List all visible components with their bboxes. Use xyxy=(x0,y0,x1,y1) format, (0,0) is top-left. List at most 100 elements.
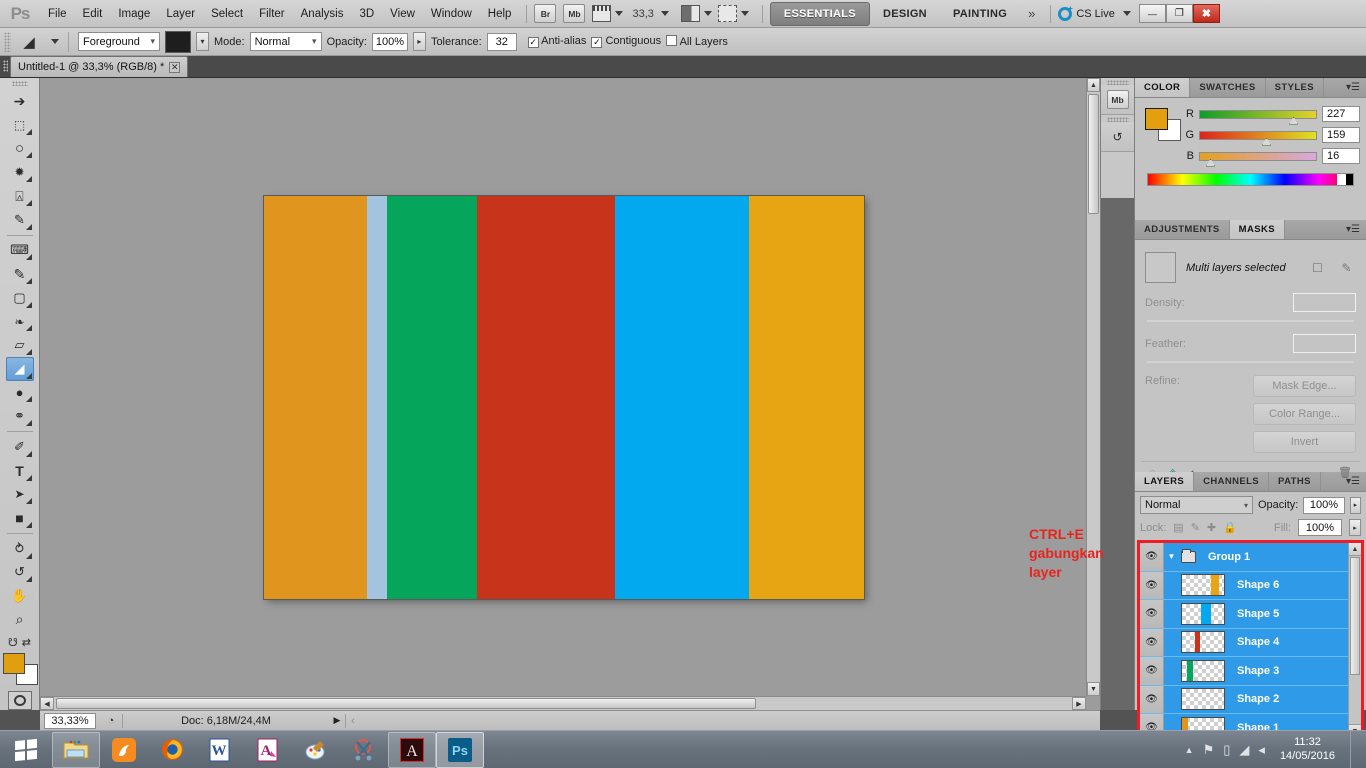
blue-input[interactable]: 16 xyxy=(1322,148,1360,164)
table-row[interactable]: 👁 Shape 6 xyxy=(1140,571,1361,600)
blur-tool[interactable]: ● xyxy=(6,381,34,405)
feather-input[interactable] xyxy=(1293,334,1356,353)
density-input[interactable] xyxy=(1293,293,1356,312)
options-bar-grip[interactable] xyxy=(4,31,11,52)
layer-thumbnail[interactable] xyxy=(1181,574,1225,597)
vertical-scroll-thumb[interactable] xyxy=(1088,94,1099,214)
rectangle-tool[interactable]: ■ xyxy=(6,506,34,530)
canvas-vertical-scrollbar[interactable]: ▲ ▼ xyxy=(1086,78,1100,696)
table-row[interactable]: 👁 Shape 5 xyxy=(1140,600,1361,629)
table-row[interactable]: 👁 Shape 4 xyxy=(1140,628,1361,657)
history-brush-tool[interactable]: ❧ xyxy=(6,310,34,334)
network-icon[interactable]: ◢ xyxy=(1239,742,1249,758)
uc-browser-taskbar-icon[interactable] xyxy=(100,732,148,768)
anti-alias-checkbox[interactable]: ✓ xyxy=(527,37,539,48)
lasso-tool[interactable]: ○ xyxy=(6,137,34,161)
pattern-chevron-down-icon[interactable]: ▾ xyxy=(196,32,209,51)
scroll-up-button[interactable]: ▲ xyxy=(1087,78,1100,92)
menu-filter[interactable]: Filter xyxy=(251,4,293,24)
lock-all-icon[interactable]: 🔒 xyxy=(1223,521,1237,534)
red-slider-knob[interactable] xyxy=(1289,116,1298,125)
layer-scroll-thumb[interactable] xyxy=(1350,557,1360,675)
band-red[interactable] xyxy=(477,196,615,599)
all-layers-checkbox[interactable] xyxy=(666,35,678,46)
clock[interactable]: 11:32 14/05/2016 xyxy=(1274,736,1335,764)
dodge-tool[interactable]: ⚭ xyxy=(6,404,34,428)
canvas-area[interactable]: ▲ ▼ ◀ ▶ xyxy=(40,78,1100,710)
tab-adjustments[interactable]: ADJUSTMENTS xyxy=(1135,220,1230,239)
layer-thumbnail[interactable] xyxy=(1181,659,1225,682)
anti-alias-option[interactable]: ✓ Anti-alias xyxy=(527,35,586,48)
zoom-chevron-down-icon[interactable] xyxy=(660,11,669,16)
layer-visibility-icon[interactable]: 👁 xyxy=(1140,600,1164,628)
close-button[interactable]: ✖ xyxy=(1192,4,1220,23)
canvas-horizontal-scrollbar[interactable]: ◀ ▶ xyxy=(40,696,1086,710)
mask-edge-button[interactable]: Mask Edge... xyxy=(1253,375,1356,397)
green-slider[interactable] xyxy=(1199,130,1317,146)
eyedropper-tool[interactable]: ✎ xyxy=(6,208,34,232)
layer-visibility-icon[interactable]: 👁 xyxy=(1140,628,1164,656)
tolerance-input[interactable]: 32 xyxy=(486,32,517,51)
green-slider-knob[interactable] xyxy=(1262,137,1271,146)
rectangular-marquee-tool[interactable]: ⬚ xyxy=(6,113,34,137)
acrobat-taskbar-icon[interactable]: A xyxy=(388,731,436,768)
crop-tool[interactable]: ⍓ xyxy=(6,184,34,208)
masks-panel-menu-icon[interactable]: ▾☰ xyxy=(1340,220,1366,239)
layer-fill-popup-arrow-icon[interactable]: ▸ xyxy=(1349,519,1361,536)
show-desktop-button[interactable] xyxy=(1350,730,1358,768)
file-explorer-taskbar-icon[interactable] xyxy=(52,731,100,768)
artboard[interactable] xyxy=(264,196,864,599)
layer-visibility-icon[interactable]: 👁 xyxy=(1140,571,1164,599)
menu-edit[interactable]: Edit xyxy=(75,4,111,24)
vector-mask-icon[interactable]: ✎ xyxy=(1337,259,1356,277)
tab-layers[interactable]: LAYERS xyxy=(1135,472,1195,491)
toolbox-grip[interactable] xyxy=(0,78,39,89)
brush-tool[interactable]: ✎ xyxy=(6,262,34,286)
quick-mask-button[interactable] xyxy=(7,691,32,711)
action-center-flag-icon[interactable]: ⚑ xyxy=(1203,742,1215,758)
color-panel-swatches[interactable] xyxy=(1145,108,1181,141)
layer-thumbnail[interactable] xyxy=(1181,631,1225,654)
volume-icon[interactable]: ◂ xyxy=(1258,742,1265,758)
color-panel-menu-icon[interactable]: ▾☰ xyxy=(1340,78,1366,97)
layer-scroll-up-button[interactable]: ▲ xyxy=(1349,543,1361,556)
fill-source-select[interactable]: Foreground ▾ xyxy=(78,32,160,51)
band-lightblue[interactable] xyxy=(367,196,387,599)
workspace-essentials[interactable]: ESSENTIALS xyxy=(769,1,870,26)
more-workspaces-icon[interactable]: » xyxy=(1020,6,1043,21)
screen-mode-button[interactable] xyxy=(717,5,749,22)
status-zoom-input[interactable]: 33,33% xyxy=(44,712,96,729)
launch-bridge-button[interactable]: Br xyxy=(534,4,557,23)
contiguous-option[interactable]: ✓ Contiguous xyxy=(591,35,661,48)
snipping-tool-taskbar-icon[interactable] xyxy=(340,732,388,768)
layer-thumbnail[interactable] xyxy=(1181,602,1225,625)
close-icon[interactable]: ✕ xyxy=(169,61,181,73)
menu-image[interactable]: Image xyxy=(110,4,158,24)
layer-thumbnail[interactable] xyxy=(1181,688,1225,711)
menu-view[interactable]: View xyxy=(382,4,423,24)
battery-icon[interactable]: ▯ xyxy=(1223,742,1230,758)
layer-opacity-popup-arrow-icon[interactable]: ▸ xyxy=(1349,496,1361,514)
layer-fill-input[interactable]: 100% xyxy=(1298,519,1342,536)
foreground-color-swatch[interactable] xyxy=(2,652,25,674)
status-popup-arrow-icon[interactable]: ▶ xyxy=(329,715,345,726)
move-tool[interactable]: ➔ xyxy=(6,89,34,113)
3d-orbit-tool[interactable]: ↺ xyxy=(6,561,34,585)
access-taskbar-icon[interactable]: A xyxy=(244,732,292,768)
tab-masks[interactable]: MASKS xyxy=(1229,220,1285,239)
spot-healing-brush-tool[interactable]: ⌨ xyxy=(6,239,34,263)
blue-slider-knob[interactable] xyxy=(1206,158,1215,167)
word-taskbar-icon[interactable]: W xyxy=(196,732,244,768)
table-row[interactable]: 👁 Shape 2 xyxy=(1140,685,1361,714)
layers-panel-menu-icon[interactable]: ▾☰ xyxy=(1340,472,1366,491)
type-tool[interactable]: T xyxy=(6,459,34,483)
quick-selection-tool[interactable]: ✹ xyxy=(6,160,34,184)
lock-position-icon[interactable]: ✚ xyxy=(1207,521,1216,534)
table-row[interactable]: 👁 Shape 3 xyxy=(1140,657,1361,686)
show-hidden-icons-icon[interactable]: ▲ xyxy=(1185,745,1194,755)
workspace-painting[interactable]: PAINTING xyxy=(940,3,1020,25)
firefox-taskbar-icon[interactable] xyxy=(148,732,196,768)
tab-styles[interactable]: STYLES xyxy=(1266,78,1325,97)
band-green[interactable] xyxy=(387,196,477,599)
status-prev-icon[interactable]: ‹ xyxy=(346,715,360,727)
